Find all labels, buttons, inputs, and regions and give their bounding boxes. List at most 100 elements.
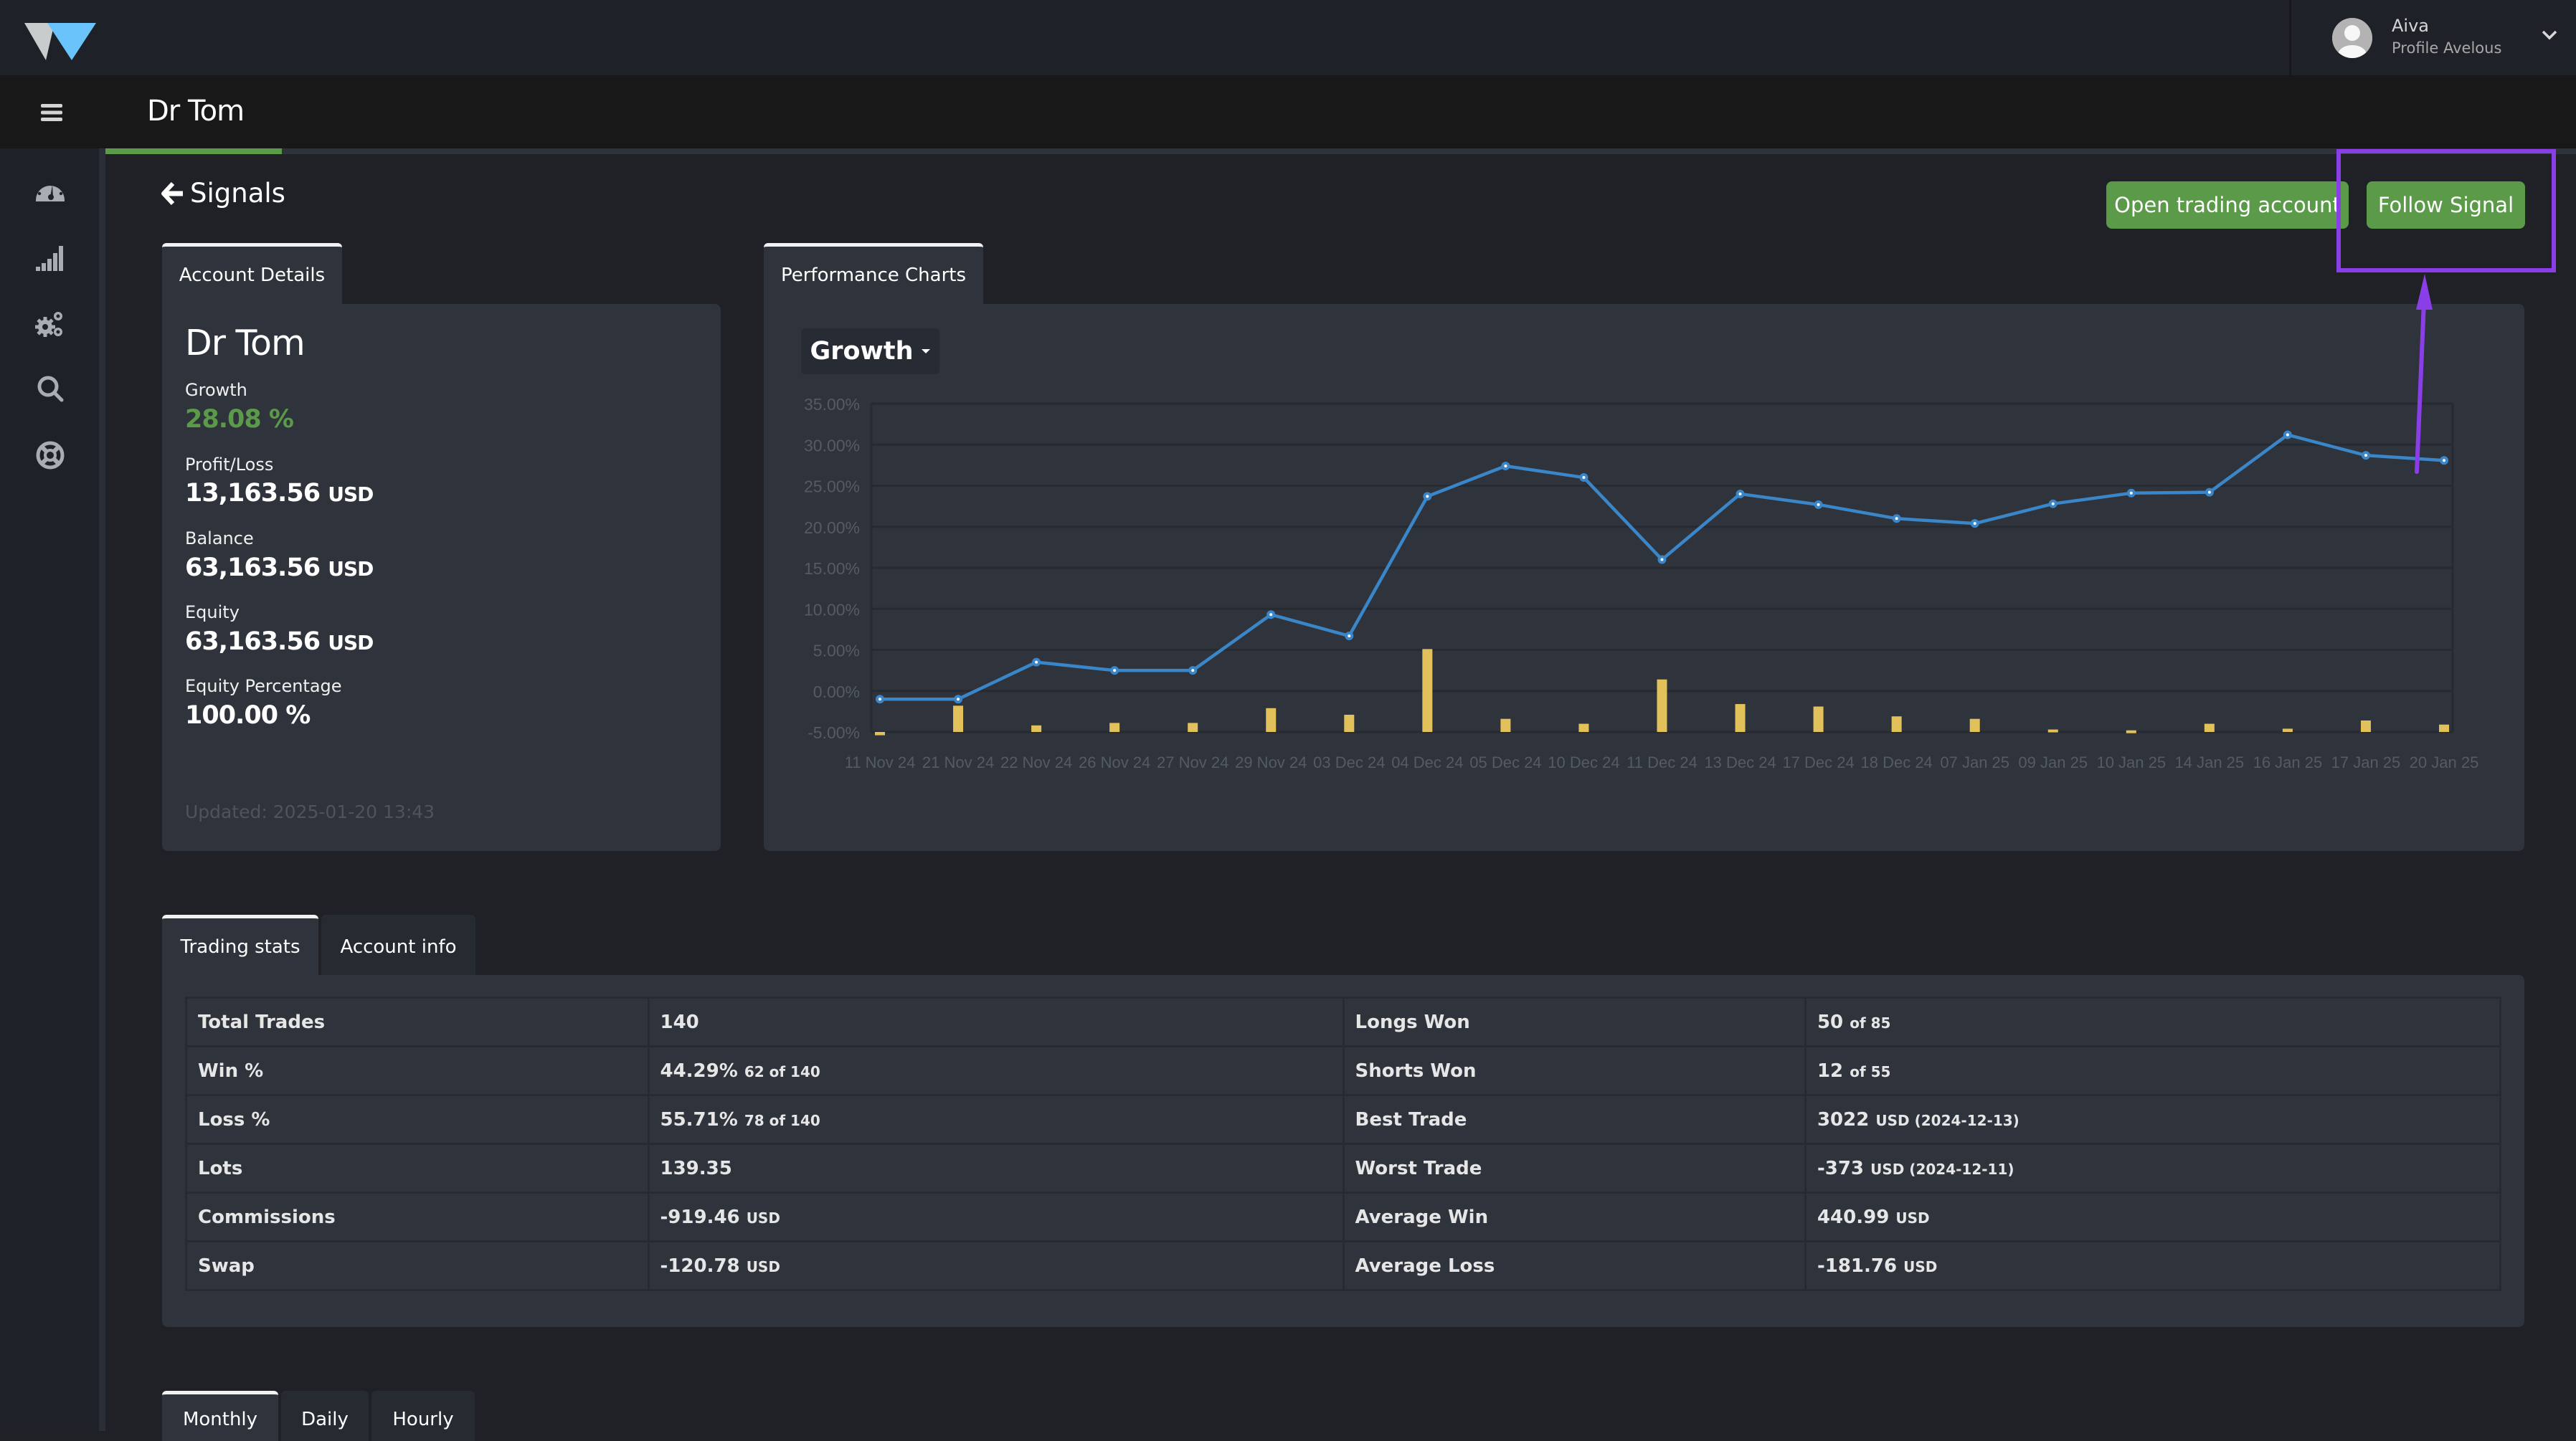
bar-daily <box>1735 704 1746 732</box>
caret-down-icon <box>921 349 930 353</box>
stats-row: Win % 44.29% 62 of 140 Shorts Won 12 of 55 <box>185 1045 2502 1096</box>
logo-icon[interactable] <box>24 22 96 60</box>
tab-hourly[interactable]: Hourly <box>371 1391 475 1441</box>
stat-value-text: -120.78 <box>660 1255 740 1277</box>
y-tick-label: 5.00% <box>813 642 860 660</box>
equity-value: 63,163.56 USD <box>185 627 374 656</box>
y-tick-label: 25.00% <box>804 477 860 496</box>
user-profile[interactable]: Profile Avelous <box>2392 39 2501 57</box>
hamburger-menu-icon[interactable] <box>41 103 62 123</box>
growth-point-center <box>1973 522 1976 525</box>
growth-point-center <box>1504 465 1507 468</box>
stat-value-detail: 78 of 140 <box>744 1111 820 1129</box>
growth-point-center <box>1426 495 1429 498</box>
bar-daily <box>1188 723 1198 732</box>
user-divider <box>2289 0 2291 75</box>
stat-label-text: Lots <box>198 1157 243 1179</box>
back-to-signals-link[interactable]: Signals <box>161 178 285 209</box>
tab-performance-charts[interactable]: Performance Charts <box>764 243 983 304</box>
balance-amount: 63,163.56 <box>185 553 321 582</box>
stat-label-text: Shorts Won <box>1355 1060 1477 1082</box>
bar-daily <box>2047 729 2058 733</box>
x-tick-label: 10 Dec 24 <box>1548 753 1619 771</box>
metric-dropdown[interactable]: Growth <box>801 328 939 374</box>
stat-value-detail: of 55 <box>1850 1062 1891 1080</box>
stat-value-detail: USD <box>746 1257 780 1275</box>
search-icon[interactable] <box>34 374 66 405</box>
bar-daily <box>2282 728 2293 732</box>
x-tick-label: 05 Dec 24 <box>1469 753 1541 771</box>
tab-account-info[interactable]: Account info <box>321 915 475 976</box>
stat-value: 55.71% 78 of 140 <box>647 1094 1345 1145</box>
y-tick-label: 35.00% <box>804 395 860 414</box>
user-name[interactable]: Aiva <box>2392 16 2429 36</box>
sidebar-edge <box>99 148 105 1431</box>
growth-label: Growth <box>185 380 247 400</box>
growth-point-center <box>1817 503 1820 506</box>
stat-value: 50 of 85 <box>1804 997 2502 1047</box>
stat-value: 140 <box>647 997 1345 1047</box>
x-tick-label: 22 Nov 24 <box>1000 753 1072 771</box>
stat-value-detail: USD (2024-12-13) <box>1875 1111 2019 1129</box>
x-tick-label: 11 Nov 24 <box>845 753 916 771</box>
stat-value-text: 50 <box>1817 1011 1844 1033</box>
user-silhouette-icon <box>2332 18 2372 58</box>
stat-label-text: Longs Won <box>1355 1011 1470 1033</box>
signal-bars-icon[interactable] <box>34 242 66 273</box>
growth-point-center <box>2129 491 2133 495</box>
growth-point-center <box>1035 660 1038 664</box>
bar-daily <box>1578 723 1589 732</box>
stat-value-detail: USD <box>1903 1257 1938 1275</box>
open-trading-account-button[interactable]: Open trading account <box>2106 181 2349 229</box>
stat-value: -373 USD (2024-12-11) <box>1804 1143 2502 1194</box>
stat-label: Swap <box>185 1240 650 1291</box>
balance-value: 63,163.56 USD <box>185 553 374 582</box>
highlight-box <box>2336 149 2556 272</box>
stat-value-detail: of 85 <box>1850 1014 1891 1032</box>
stat-label: Best Trade <box>1342 1094 1806 1145</box>
x-tick-label: 26 Nov 24 <box>1079 753 1150 771</box>
stat-label-text: Total Trades <box>198 1011 326 1033</box>
stat-value-text: 55.71% <box>660 1108 738 1131</box>
stat-label: Average Loss <box>1342 1240 1806 1291</box>
bar-daily <box>1891 716 1902 732</box>
avatar[interactable] <box>2332 18 2372 58</box>
stat-value: -919.46 USD <box>647 1192 1345 1242</box>
stat-label-text: Win % <box>198 1060 264 1082</box>
stats-row: Loss % 55.71% 78 of 140 Best Trade 3022 USD… <box>185 1094 2502 1145</box>
tab-monthly[interactable]: Monthly <box>162 1391 278 1441</box>
bar-daily <box>953 705 964 732</box>
tab-account-details[interactable]: Account Details <box>162 243 342 304</box>
bar-daily <box>1266 708 1277 732</box>
equity-amount: 63,163.56 <box>185 627 321 656</box>
gears-icon[interactable] <box>34 308 66 339</box>
stat-value-detail: USD <box>746 1209 780 1227</box>
y-tick-label: 0.00% <box>813 683 860 701</box>
stat-value-detail: USD (2024-12-11) <box>1870 1160 2014 1178</box>
growth-point-center <box>879 698 881 701</box>
y-tick-label: -5.00% <box>808 723 860 742</box>
stat-label: Lots <box>185 1143 650 1194</box>
stat-value-text: -181.76 <box>1817 1255 1898 1277</box>
stat-value-text: 3022 <box>1817 1108 1870 1131</box>
page-title: Dr Tom <box>147 95 245 128</box>
trading-stats-table: Total Trades 140 Longs Won 50 of 85 Win % 44… <box>185 997 2502 1291</box>
stat-value-text: -373 <box>1817 1157 1865 1179</box>
stats-row: Total Trades 140 Longs Won 50 of 85 <box>185 997 2502 1047</box>
growth-point-center <box>1269 613 1273 617</box>
growth-chart: 35.00% 30.00% 25.00% 20.00% 15.00% 10.00% 5.00… <box>804 395 2479 771</box>
chevron-down-icon[interactable] <box>2540 26 2559 44</box>
tab-daily[interactable]: Daily <box>281 1391 369 1441</box>
support-lifebuoy-icon[interactable] <box>34 439 66 471</box>
stat-label: Worst Trade <box>1342 1143 1806 1194</box>
stats-row: Swap -120.78 USD Average Loss -181.76 USD <box>185 1240 2502 1291</box>
x-tick-label: 20 Jan 25 <box>2410 753 2479 771</box>
stat-value: 44.29% 62 of 140 <box>647 1045 1345 1096</box>
dashboard-icon[interactable] <box>34 176 66 207</box>
stat-label: Shorts Won <box>1342 1045 1806 1096</box>
stat-label-text: Loss % <box>198 1108 270 1131</box>
stat-value-text: 12 <box>1817 1060 1844 1082</box>
stats-row: Lots 139.35 Worst Trade -373 USD (2024-12-… <box>185 1143 2502 1194</box>
bar-daily <box>1109 723 1120 732</box>
tab-trading-stats[interactable]: Trading stats <box>162 915 318 976</box>
